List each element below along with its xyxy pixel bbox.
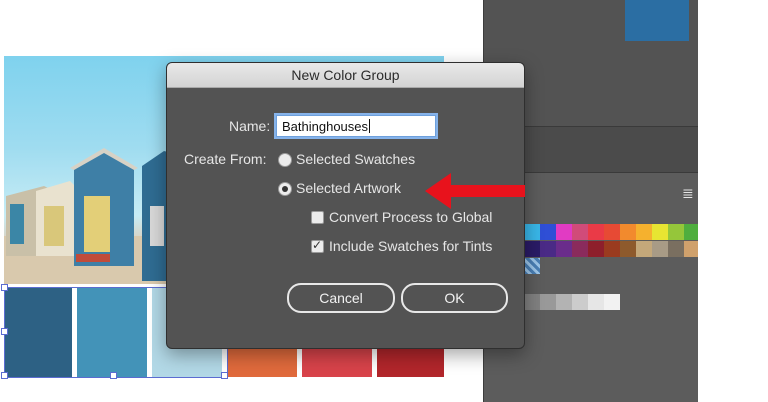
selection-handle[interactable] <box>1 372 8 379</box>
panel-swatch[interactable] <box>620 224 636 240</box>
selected-swatches-label[interactable]: Selected Swatches <box>296 151 415 167</box>
ok-button[interactable]: OK <box>401 283 508 313</box>
create-from-label: Create From: <box>184 151 267 167</box>
include-swatches-for-tints-label[interactable]: Include Swatches for Tints <box>329 238 492 254</box>
panel-swatch[interactable] <box>636 241 652 257</box>
panel-swatch[interactable] <box>588 224 604 240</box>
selected-swatches-radio[interactable] <box>278 153 292 167</box>
panel-swatch[interactable] <box>540 224 556 240</box>
panel-swatch[interactable] <box>604 224 620 240</box>
panel-gray-swatch[interactable] <box>540 294 556 310</box>
selected-artwork-radio[interactable] <box>278 182 292 196</box>
name-label: Name: <box>229 118 271 134</box>
panel-gray-swatch[interactable] <box>604 294 620 310</box>
panel-swatch[interactable] <box>636 224 652 240</box>
name-input[interactable]: Bathinghouses <box>276 115 436 137</box>
panel-gray-swatch[interactable] <box>572 294 588 310</box>
selection-handle[interactable] <box>221 372 228 379</box>
include-swatches-for-tints-checkbox[interactable] <box>311 238 324 253</box>
panel-swatch[interactable] <box>572 224 588 240</box>
pattern-swatch-icon[interactable] <box>524 258 540 274</box>
convert-process-to-global-checkbox[interactable] <box>311 211 324 224</box>
panel-swatch[interactable] <box>556 241 572 257</box>
panel-swatch[interactable] <box>540 241 556 257</box>
selected-artwork-label[interactable]: Selected Artwork <box>296 180 401 196</box>
selection-handle[interactable] <box>1 284 8 291</box>
panel-swatch[interactable] <box>572 241 588 257</box>
canvas-right-area <box>698 0 768 402</box>
panel-swatch[interactable] <box>524 241 540 257</box>
panel-swatch[interactable] <box>604 241 620 257</box>
name-input-value: Bathinghouses <box>282 119 369 134</box>
dialog-title: New Color Group <box>167 63 524 88</box>
panel-swatch[interactable] <box>652 224 668 240</box>
panel-swatch[interactable] <box>668 224 684 240</box>
selection-handle[interactable] <box>110 372 117 379</box>
convert-process-to-global-label[interactable]: Convert Process to Global <box>329 209 492 225</box>
panel-gray-swatch[interactable] <box>588 294 604 310</box>
panel-swatch[interactable] <box>668 241 684 257</box>
panel-swatch[interactable] <box>524 224 540 240</box>
red-arrow-annotation <box>425 173 525 209</box>
cancel-button[interactable]: Cancel <box>287 283 395 313</box>
panel-swatch[interactable] <box>556 224 572 240</box>
text-caret <box>369 119 371 133</box>
panel-gray-swatch[interactable] <box>524 294 540 310</box>
color-preview <box>625 0 689 41</box>
panel-swatch[interactable] <box>588 241 604 257</box>
panel-swatch[interactable] <box>652 241 668 257</box>
selection-handle[interactable] <box>1 328 8 335</box>
panel-gray-swatch[interactable] <box>556 294 572 310</box>
panel-menu-icon[interactable]: ≣ <box>682 185 698 201</box>
panel-swatch[interactable] <box>620 241 636 257</box>
